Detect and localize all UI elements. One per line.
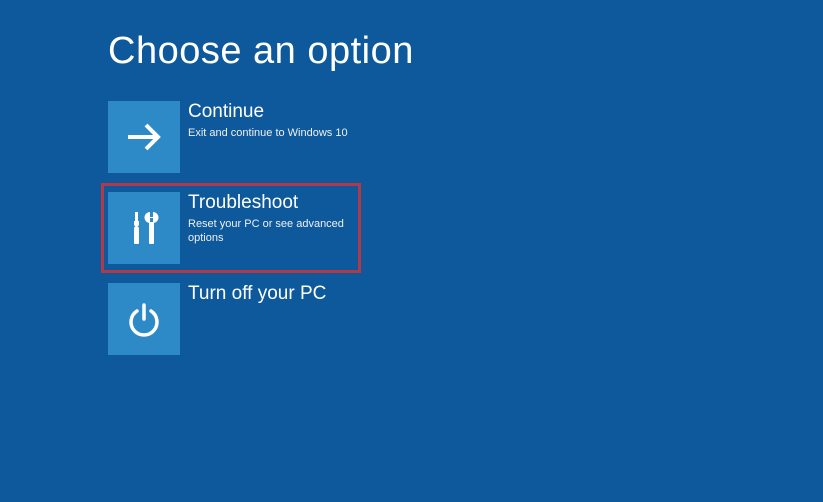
- turnoff-text: Turn off your PC: [180, 283, 326, 308]
- troubleshoot-option[interactable]: Troubleshoot Reset your PC or see advanc…: [108, 192, 354, 264]
- highlight-box: Troubleshoot Reset your PC or see advanc…: [101, 183, 361, 273]
- options-list: Continue Exit and continue to Windows 10: [0, 73, 823, 355]
- troubleshoot-subtitle: Reset your PC or see advanced options: [188, 217, 354, 246]
- continue-text: Continue Exit and continue to Windows 10: [180, 101, 348, 140]
- troubleshoot-text: Troubleshoot Reset your PC or see advanc…: [180, 192, 354, 245]
- troubleshoot-title: Troubleshoot: [188, 192, 354, 215]
- tools-icon: [108, 192, 180, 264]
- turnoff-option[interactable]: Turn off your PC: [108, 283, 366, 355]
- power-icon: [108, 283, 180, 355]
- continue-subtitle: Exit and continue to Windows 10: [188, 126, 348, 140]
- page-title: Choose an option: [0, 0, 823, 73]
- turnoff-title: Turn off your PC: [188, 283, 326, 306]
- arrow-right-icon: [108, 101, 180, 173]
- continue-title: Continue: [188, 101, 348, 124]
- continue-option[interactable]: Continue Exit and continue to Windows 10: [108, 101, 366, 173]
